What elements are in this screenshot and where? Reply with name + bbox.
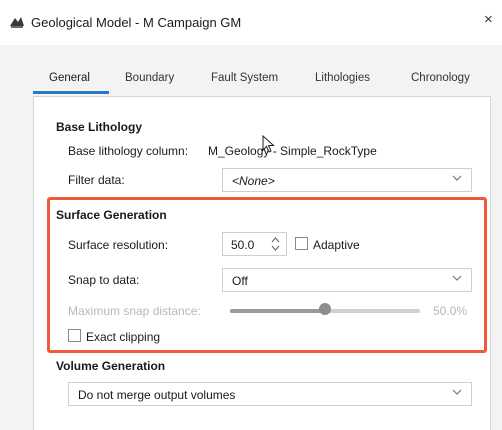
tab-lithologies[interactable]: Lithologies (315, 66, 370, 96)
filter-data-dropdown[interactable]: <None> (222, 168, 472, 192)
max-snap-distance-value: 50.0% (433, 304, 468, 318)
surface-resolution-label: Surface resolution: (68, 238, 169, 252)
exact-clipping-checkbox[interactable] (68, 329, 81, 342)
exact-clipping-label: Exact clipping (86, 330, 161, 344)
close-button[interactable]: × (484, 11, 493, 28)
filter-data-value: <None> (232, 174, 275, 188)
snap-to-data-dropdown[interactable]: Off (222, 268, 472, 292)
volume-merge-value: Do not merge output volumes (78, 388, 236, 402)
window-title: Geological Model - M Campaign GM (31, 15, 242, 30)
active-tab-indicator (33, 91, 109, 94)
spinner-arrows-icon[interactable] (271, 236, 280, 252)
adaptive-checkbox[interactable] (295, 237, 308, 250)
surface-generation-heading: Surface Generation (56, 208, 167, 222)
geological-model-icon (10, 17, 24, 28)
mouse-cursor-icon (262, 135, 275, 153)
chevron-down-icon (452, 175, 462, 181)
title-bar: Geological Model - M Campaign GM × (0, 0, 502, 45)
filter-data-label: Filter data: (68, 173, 125, 187)
volume-generation-heading: Volume Generation (56, 359, 166, 373)
tab-bar: General Boundary Fault System Lithologie… (33, 66, 493, 97)
surface-resolution-spinbox[interactable]: 50.0 (222, 232, 287, 256)
slider-fill (230, 309, 325, 313)
slider-thumb[interactable] (319, 303, 331, 315)
surface-resolution-value: 50.0 (231, 238, 255, 252)
base-lithology-column-value: M_Geology - Simple_RockType (208, 144, 377, 158)
tab-chronology[interactable]: Chronology (411, 66, 470, 96)
tab-boundary[interactable]: Boundary (125, 66, 174, 96)
chevron-down-icon (452, 275, 462, 281)
snap-to-data-label: Snap to data: (68, 273, 140, 287)
snap-to-data-value: Off (232, 274, 248, 288)
tab-fault-system[interactable]: Fault System (211, 66, 278, 96)
chevron-down-icon (452, 389, 462, 395)
max-snap-distance-label: Maximum snap distance: (68, 304, 201, 318)
base-lithology-heading: Base Lithology (56, 120, 143, 134)
volume-merge-dropdown[interactable]: Do not merge output volumes (68, 382, 472, 406)
base-lithology-column-label: Base lithology column: (68, 144, 189, 158)
adaptive-label: Adaptive (313, 238, 360, 252)
